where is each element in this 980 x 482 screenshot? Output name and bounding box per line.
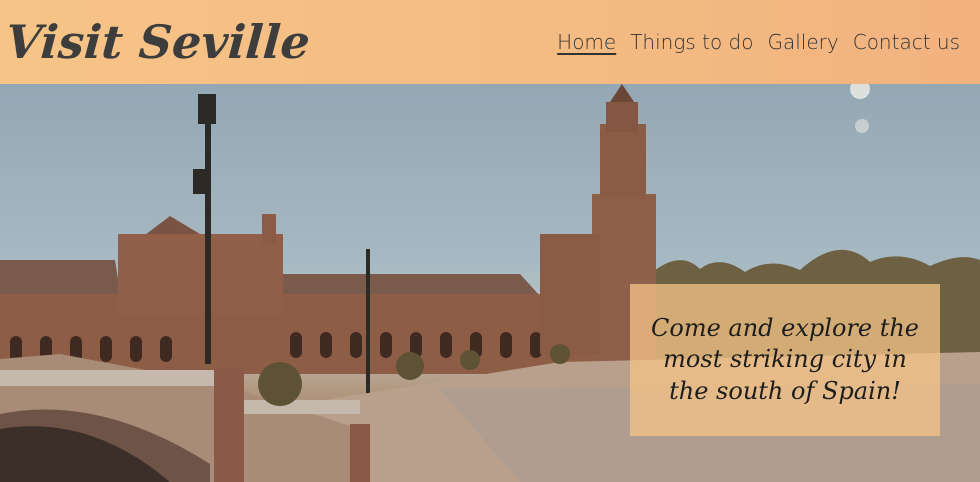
nav-things-to-do-link[interactable]: Things to do — [630, 30, 753, 54]
nav-gallery-link[interactable]: Gallery — [768, 30, 839, 54]
nav-contact-us-link[interactable]: Contact us — [853, 30, 960, 54]
hero-banner: Come and explore the most striking city … — [0, 84, 980, 482]
site-logo[interactable]: Visit Seville — [4, 15, 312, 69]
hero-caption-box: Come and explore the most striking city … — [630, 284, 940, 436]
site-header: Visit Seville Home Things to do Gallery … — [0, 0, 980, 84]
nav-home-link[interactable]: Home — [557, 30, 616, 54]
hero-caption-text: Come and explore the most striking city … — [651, 314, 919, 405]
main-nav: Home Things to do Gallery Contact us — [543, 30, 960, 54]
